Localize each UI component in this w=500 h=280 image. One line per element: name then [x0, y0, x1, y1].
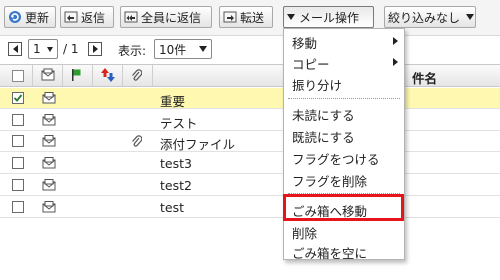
reply-button[interactable]: 返信 [60, 6, 114, 28]
message-list-header: 件名 [0, 64, 500, 87]
caret-down-icon [287, 14, 295, 20]
menu-item-add-flag[interactable]: フラグをつける [292, 149, 380, 168]
submenu-arrow-icon [393, 58, 398, 66]
filter-select[interactable]: 絞り込みなし [384, 6, 476, 28]
menu-separator [288, 98, 400, 99]
next-page-button[interactable] [88, 42, 102, 56]
flag-header-icon[interactable] [71, 68, 83, 85]
row-checkbox[interactable] [12, 200, 24, 213]
row-checkbox[interactable] [12, 178, 24, 191]
menu-item-move[interactable]: 移動 [292, 33, 317, 52]
subject-column-header[interactable]: 件名 [412, 68, 437, 87]
envelope-icon [42, 91, 56, 108]
menu-item-empty-trash[interactable]: ごみ箱を空に [292, 243, 367, 262]
menu-item-remove-flag[interactable]: フラグを削除 [292, 171, 367, 190]
envelope-icon [42, 113, 56, 130]
row-checkbox[interactable] [12, 157, 24, 170]
refresh-button[interactable]: 更新 [4, 6, 56, 28]
table-row[interactable]: test2 [0, 175, 500, 196]
reply-label: 返信 [81, 10, 106, 25]
display-label: 表示: [118, 44, 147, 58]
chevron-down-icon [199, 46, 207, 52]
filter-value: 絞り込みなし [388, 10, 461, 25]
envelope-icon [42, 134, 56, 151]
menu-item-delete[interactable]: 削除 [292, 223, 317, 242]
page-select[interactable]: 1 [28, 39, 58, 59]
mail-operations-label: メール操作 [299, 10, 360, 25]
reply-all-button[interactable]: 全員に返信 [120, 6, 212, 28]
page-number: 1 [33, 42, 41, 56]
row-subject[interactable]: test [160, 200, 184, 215]
row-subject[interactable]: 添付ファイル [160, 134, 235, 153]
prev-page-button[interactable] [8, 42, 22, 56]
forward-label: 転送 [240, 10, 265, 25]
envelope-header-icon[interactable] [41, 68, 55, 85]
menu-item-sort-rules[interactable]: 振り分け [292, 75, 342, 94]
highlight-callout [283, 194, 404, 221]
table-row[interactable]: test3 [0, 153, 500, 175]
reply-all-icon [124, 10, 138, 24]
mail-operations-dropdown: 移動 コピー 振り分け 未読にする 既読にする フラグをつける フラグを削除 ご… [283, 28, 405, 262]
next-arrow-icon [92, 45, 98, 53]
page-total: / 1 [63, 42, 79, 56]
row-subject[interactable]: テスト [160, 113, 198, 132]
row-subject[interactable]: test3 [160, 156, 192, 171]
envelope-icon [42, 178, 56, 195]
row-checkbox[interactable] [12, 92, 24, 104]
menu-item-mark-read[interactable]: 既読にする [292, 127, 355, 146]
submenu-arrow-icon [393, 37, 398, 45]
forward-icon [223, 10, 237, 24]
row-subject[interactable]: 重要 [160, 91, 185, 110]
attachment-header-icon[interactable] [130, 68, 143, 85]
per-page-value: 10件 [159, 42, 187, 57]
chevron-down-icon [466, 14, 475, 20]
envelope-icon [42, 200, 56, 217]
prev-arrow-icon [12, 45, 18, 53]
menu-item-copy[interactable]: コピー [292, 54, 330, 73]
mail-operations-menu-button[interactable]: メール操作 [283, 6, 374, 28]
row-checkbox[interactable] [12, 113, 24, 126]
table-row[interactable]: 重要 [0, 88, 500, 109]
row-checkbox[interactable] [12, 135, 24, 148]
refresh-label: 更新 [25, 10, 50, 25]
table-row[interactable]: テスト [0, 110, 500, 131]
table-row[interactable]: test [0, 197, 500, 218]
menu-item-mark-unread[interactable]: 未読にする [292, 105, 355, 124]
reply-icon [64, 10, 78, 24]
attachment-icon [130, 134, 143, 151]
reply-all-label: 全員に返信 [141, 10, 202, 25]
refresh-icon [8, 10, 22, 24]
chevron-down-icon [47, 46, 53, 52]
select-all-checkbox[interactable] [12, 70, 24, 82]
table-row[interactable]: 添付ファイル [0, 131, 500, 153]
per-page-select[interactable]: 10件 [154, 39, 212, 59]
row-subject[interactable]: test2 [160, 178, 192, 193]
forward-button[interactable]: 転送 [219, 6, 273, 28]
envelope-icon [42, 156, 56, 173]
priority-header-icon[interactable] [100, 67, 116, 86]
